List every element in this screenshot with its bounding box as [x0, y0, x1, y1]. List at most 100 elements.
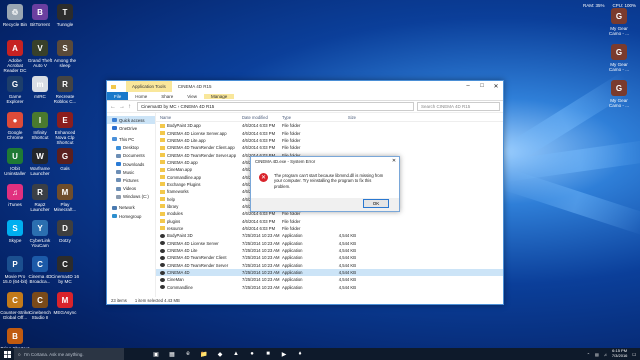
window-titlebar[interactable]: Application Tools CINEMA 4D R15 – □ ✕: [107, 81, 503, 92]
desktop-shortcut[interactable]: S Among the sleep: [50, 40, 80, 68]
nav-item[interactable]: Music: [107, 168, 155, 176]
nav-item[interactable]: Downloads: [107, 160, 155, 168]
maximize-button[interactable]: □: [475, 83, 489, 90]
desktop-shortcut[interactable]: T Tunngle: [50, 4, 80, 27]
nav-folder-icon: [116, 186, 121, 191]
wallpaper-beam: [501, 168, 640, 236]
file-row[interactable]: CINEMA 4D License Server 7/25/2014 10:23 …: [156, 240, 503, 247]
file-row[interactable]: CINEMA 4D 7/25/2014 10:23 AM Application 4,…: [156, 268, 503, 277]
desktop-shortcut-label: Cinema4D 16 by MC: [50, 274, 80, 284]
taskbar-app-icon[interactable]: ▣: [148, 348, 164, 360]
dialog-close-icon[interactable]: ✕: [389, 158, 399, 164]
nav-item[interactable]: Desktop: [107, 144, 155, 152]
desktop-shortcut[interactable]: C Cinema4D 16 by MC: [50, 256, 80, 284]
nav-item[interactable]: Quick access: [107, 116, 155, 125]
desktop-shortcut[interactable]: G Gals: [50, 148, 80, 171]
desktop-shortcut[interactable]: M Play Minecraft...: [50, 184, 80, 212]
notifications-icon[interactable]: ☐: [632, 352, 636, 357]
quick-access-toolbar-icon[interactable]: [111, 84, 116, 89]
desktop-shortcut[interactable]: R Recreate Roblox C...: [50, 76, 80, 104]
address-bar-row: ← → ↑ Cinema4D by MC › CINEMA 4D R15 Sea…: [107, 101, 503, 113]
tab-file[interactable]: File: [107, 92, 129, 100]
column-type-header[interactable]: Type: [282, 115, 320, 120]
nav-item[interactable]: OneDrive: [107, 124, 155, 132]
folder-icon: [160, 131, 165, 136]
folder-icon: [160, 138, 165, 143]
ram-usage: RAM: 35%: [582, 2, 605, 8]
column-date-header[interactable]: Date modified: [242, 115, 282, 120]
nav-item[interactable]: Videos: [107, 185, 155, 193]
taskbar-app-icon[interactable]: 📁: [196, 348, 212, 360]
taskbar: ○ I'm Cortana. Ask me anything. ▣ ▦ e 📁 ◆ ▲ ● ■…: [0, 348, 640, 360]
address-path[interactable]: Cinema4D by MC › CINEMA 4D R15: [137, 102, 414, 111]
chrome-icon: ●: [7, 112, 23, 128]
nav-item[interactable]: Homegroup: [107, 212, 155, 220]
system-error-dialog[interactable]: CINEMA 4D.exe - System Error ✕ ✕ The pro…: [250, 156, 400, 212]
clock[interactable]: 6:15 PM 7/3/2016: [612, 349, 628, 358]
desktop-shortcut[interactable]: E Enhanced Nova Clp Shortcut: [50, 112, 80, 145]
desktop-shortcut[interactable]: M MEGAsync: [50, 292, 80, 315]
file-row[interactable]: CineMan 7/25/2014 10:23 AM Application 4,54…: [156, 276, 503, 283]
error-icon: ✕: [259, 173, 268, 182]
file-row[interactable]: BodyPaint 3D 7/25/2014 10:23 AM Applicatio…: [156, 232, 503, 239]
column-size-header[interactable]: Size: [320, 115, 356, 120]
item-count: 23 items: [111, 298, 127, 303]
file-row[interactable]: CINEMA 4D Lite.app 4/6/2014 6:03 PM File f…: [156, 137, 503, 144]
mirc-icon: m: [32, 76, 48, 92]
taskbar-app-icon[interactable]: ▲: [228, 348, 244, 360]
file-row[interactable]: CINEMA 4D TeamRender Server 7/25/2014 10:…: [156, 262, 503, 269]
nav-item[interactable]: Network: [107, 204, 155, 212]
app-icon: [160, 277, 165, 282]
taskbar-app-icon[interactable]: e: [180, 348, 196, 360]
minimize-button[interactable]: –: [461, 83, 475, 90]
back-arrow-icon[interactable]: ←: [110, 104, 116, 110]
desktop-shortcut[interactable]: G My Gear Camo - ...: [604, 8, 634, 36]
forward-arrow-icon[interactable]: →: [119, 104, 125, 110]
shortcut-icon: E: [57, 112, 73, 128]
tab-manage[interactable]: Manage: [203, 93, 235, 99]
taskbar-app-icon[interactable]: ◆: [212, 348, 228, 360]
file-row[interactable]: Commandline 7/25/2014 10:23 AM Application…: [156, 284, 503, 291]
taskbar-app-icon[interactable]: ▶: [276, 348, 292, 360]
file-row[interactable]: plugins 4/6/2014 6:03 PM File folder: [156, 217, 503, 224]
tab-share[interactable]: Share: [154, 94, 180, 99]
up-arrow-icon[interactable]: ↑: [128, 104, 134, 110]
search-input[interactable]: Search CINEMA 4D R15: [417, 102, 500, 111]
nav-item[interactable]: Documents: [107, 152, 155, 160]
file-row[interactable]: CINEMA 4D TeamRender Client.app 4/6/2014 …: [156, 144, 503, 151]
desktop-shortcut[interactable]: D Dotzy: [50, 220, 80, 243]
tab-view[interactable]: View: [180, 94, 204, 99]
nav-item[interactable]: Windows (C:): [107, 193, 155, 201]
ok-button[interactable]: OK: [363, 199, 389, 208]
desktop-shortcut[interactable]: G My Gear Camo - ...: [604, 80, 634, 108]
roblox-icon: R: [57, 76, 73, 92]
file-row[interactable]: BodyPaint 3D.app 4/6/2014 6:03 PM File fol…: [156, 122, 503, 129]
taskbar-app-icon[interactable]: ♦: [292, 348, 308, 360]
close-button[interactable]: ✕: [489, 83, 503, 90]
app-icon: G: [611, 80, 627, 96]
dialog-titlebar[interactable]: CINEMA 4D.exe - System Error ✕: [251, 157, 399, 165]
cortana-search-box[interactable]: ○ I'm Cortana. Ask me anything.: [14, 348, 124, 360]
network-icon[interactable]: ▤: [595, 352, 599, 357]
nav-item[interactable]: This PC: [107, 135, 155, 143]
cortana-placeholder: I'm Cortana. Ask me anything.: [23, 351, 84, 357]
taskbar-app-icon[interactable]: ▦: [164, 348, 180, 360]
file-type: File folder: [282, 130, 301, 136]
nav-item[interactable]: Pictures: [107, 176, 155, 184]
app-icon: G: [611, 8, 627, 24]
microphone-icon[interactable]: ○: [18, 352, 21, 357]
taskbar-app-icon[interactable]: ●: [244, 348, 260, 360]
desktop-shortcut[interactable]: G My Gear Camo - ...: [604, 44, 634, 72]
volume-icon[interactable]: ♫: [604, 352, 607, 357]
file-row[interactable]: CINEMA 4D TeamRender Client 7/25/2014 10:…: [156, 254, 503, 261]
file-row[interactable]: CINEMA 4D License Server.app 4/6/2014 6:0…: [156, 129, 503, 136]
start-button[interactable]: [0, 348, 14, 360]
nav-item-label: Windows (C:): [123, 194, 149, 200]
tray-chevron-icon[interactable]: ⌃: [587, 352, 590, 357]
taskbar-app-icon[interactable]: ■: [260, 348, 276, 360]
file-date: 4/6/2014 6:03 PM: [242, 145, 276, 151]
file-row[interactable]: resource 4/6/2014 6:03 PM File folder: [156, 225, 503, 232]
file-row[interactable]: CINEMA 4D Lite 7/25/2014 10:23 AM Applicat…: [156, 247, 503, 254]
column-name-header[interactable]: Name: [156, 115, 242, 120]
tab-home[interactable]: Home: [128, 94, 154, 99]
